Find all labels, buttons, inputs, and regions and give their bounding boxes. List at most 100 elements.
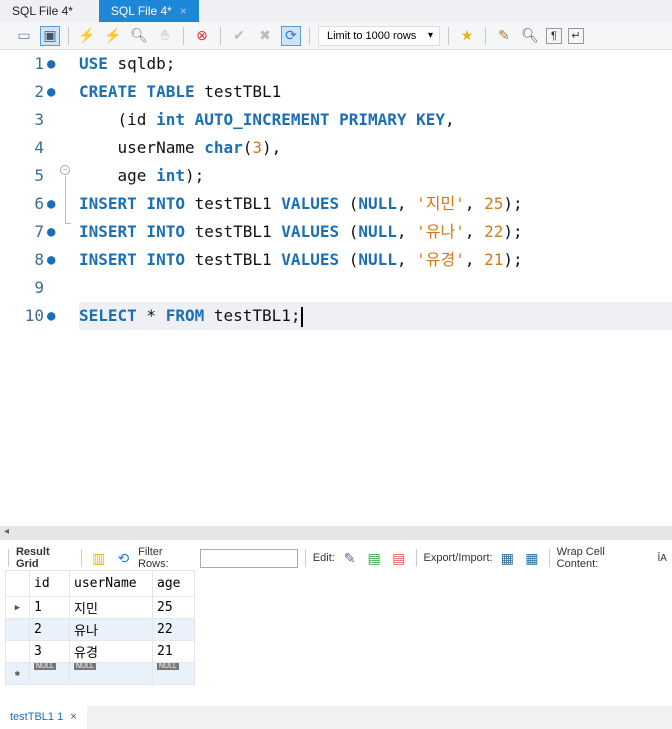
line-number: 9 [34, 278, 44, 297]
code-token: sqldb; [107, 54, 176, 73]
import-icon[interactable]: ▦ [522, 548, 542, 568]
code-token: VALUES [281, 250, 340, 269]
line-number: 7 [34, 222, 44, 241]
cell-username[interactable]: 지민 [69, 596, 153, 619]
code-line[interactable]: 5 age int); [0, 162, 672, 190]
open-folder-icon[interactable]: ▭ [14, 26, 34, 46]
code-token: INSERT INTO [79, 194, 185, 213]
code-text: INSERT INTO testTBL1 VALUES (NULL, '유나',… [79, 218, 523, 246]
code-token: userName [79, 138, 205, 157]
wrap-cell-icon[interactable]: ĪA [652, 548, 672, 568]
cell-id[interactable]: 1 [29, 596, 70, 619]
code-text: userName char(3), [79, 134, 282, 162]
result-tab[interactable]: testTBL1 1 × [0, 706, 87, 729]
cell-username[interactable]: 유경 [69, 640, 153, 663]
scroll-left-icon[interactable]: ◂ [4, 526, 9, 537]
code-line[interactable]: 4 userName char(3), [0, 134, 672, 162]
line-number: 8 [34, 250, 44, 269]
tab-sql-file-1[interactable]: SQL File 4* [0, 0, 85, 22]
invisible-chars-icon[interactable]: ¶ [546, 27, 562, 44]
wrap-lines-icon[interactable]: ↵ [568, 27, 584, 44]
new-row[interactable]: ✱ NULL NULL NULL [5, 662, 195, 685]
code-token: INSERT INTO [79, 222, 185, 241]
code-text: SELECT * FROM testTBL1; [79, 302, 303, 330]
code-line[interactable]: 1 ● USE sqldb; [0, 50, 672, 78]
column-header-username[interactable]: userName [69, 570, 153, 597]
code-token: CREATE TABLE [79, 82, 195, 101]
tab-label: SQL File 4* [110, 4, 172, 18]
code-token: ( [242, 138, 253, 157]
code-line[interactable]: 3 (id int AUTO_INCREMENT PRIMARY KEY, [0, 106, 672, 134]
delete-row-icon[interactable]: ▤ [389, 548, 409, 568]
code-line[interactable]: 7 ● INSERT INTO testTBL1 VALUES (NULL, '유나… [0, 218, 672, 246]
limit-rows-select[interactable]: Limit to 1000 rows [318, 25, 440, 46]
cell-age[interactable]: 21 [152, 640, 195, 663]
table-row[interactable]: 2 유나 22 [5, 618, 195, 641]
commit-icon[interactable]: ✔ [229, 26, 249, 46]
code-line[interactable]: 6 ● INSERT INTO testTBL1 VALUES (NULL, '지민… [0, 190, 672, 218]
cell-id[interactable]: 2 [29, 618, 70, 641]
code-text: (id int AUTO_INCREMENT PRIMARY KEY, [79, 106, 455, 134]
toggle-error-icon[interactable]: ⊗ [192, 26, 212, 46]
result-grid-label[interactable]: Result Grid [16, 546, 74, 570]
cell-age[interactable]: 22 [152, 618, 195, 641]
row-header [5, 640, 30, 663]
cell-id[interactable]: NULL [29, 662, 70, 685]
edit-row-icon[interactable]: ✎ [340, 548, 360, 568]
code-token: NULL [358, 194, 397, 213]
execute-current-icon[interactable]: ⚡ [103, 26, 123, 46]
beautify-icon[interactable]: ✎ [494, 26, 514, 46]
insert-row-icon[interactable]: ▤ [364, 548, 384, 568]
export-icon[interactable]: ▦ [498, 548, 518, 568]
autocommit-icon[interactable]: ⟳ [281, 25, 301, 46]
row-header [5, 618, 30, 641]
code-token: ); [503, 194, 523, 213]
column-header-id[interactable]: id [29, 570, 70, 597]
table-row[interactable]: 3 유경 21 [5, 640, 195, 663]
line-number: 1 [34, 54, 44, 73]
code-token: NULL [358, 222, 397, 241]
refresh-icon[interactable]: ⟲ [114, 548, 134, 568]
code-token: 21 [484, 250, 504, 269]
code-token: 3 [252, 138, 263, 157]
code-token: USE [79, 54, 108, 73]
code-token: VALUES [281, 194, 340, 213]
horizontal-scrollbar[interactable]: ◂ [0, 526, 672, 540]
table-row[interactable]: ▶ 1 지민 25 [5, 596, 195, 619]
tab-sql-file-active[interactable]: SQL File 4* × [98, 0, 199, 22]
find-icon[interactable]: 🔍︎ [520, 26, 540, 46]
cell-age[interactable]: 25 [152, 596, 195, 619]
cell-username[interactable]: 유나 [69, 618, 153, 641]
code-token: VALUES [281, 222, 340, 241]
code-token: ( [339, 194, 359, 213]
rollback-icon[interactable]: ✖ [255, 26, 275, 46]
stop-icon[interactable]: ✋︎ [155, 26, 175, 46]
code-line[interactable]: 9 [0, 274, 672, 302]
add-snippet-icon[interactable]: ★ [457, 26, 477, 46]
divider [548, 549, 550, 567]
grid-view-icon[interactable]: ▥ [89, 548, 109, 568]
code-line[interactable]: 10 ● SELECT * FROM testTBL1; [0, 302, 672, 330]
close-icon[interactable]: × [70, 711, 76, 723]
export-import-label: Export/Import: [423, 552, 493, 564]
save-icon[interactable]: ▣ [40, 25, 60, 46]
cell-username[interactable]: NULL [69, 662, 153, 685]
header-row: id userName age [5, 570, 195, 597]
code-token: ); [184, 166, 205, 185]
close-icon[interactable]: × [180, 0, 187, 22]
execute-icon[interactable]: ⚡ [77, 26, 97, 46]
divider [220, 26, 221, 45]
code-text: INSERT INTO testTBL1 VALUES (NULL, '지민',… [79, 190, 523, 218]
column-header-age[interactable]: age [152, 570, 195, 597]
code-token: NULL [358, 250, 397, 269]
cell-id[interactable]: 3 [29, 640, 70, 663]
line-number: 5 [34, 166, 44, 185]
null-badge: NULL [157, 663, 179, 670]
code-line[interactable]: 8 ● INSERT INTO testTBL1 VALUES (NULL, '유경… [0, 246, 672, 274]
divider [448, 26, 449, 45]
sql-editor[interactable]: − 1 ● USE sqldb; 2 ● CREATE TABLE testTBL1 3 (… [0, 50, 672, 526]
filter-rows-input[interactable] [199, 548, 298, 568]
cell-age[interactable]: NULL [152, 662, 195, 685]
code-line[interactable]: 2 ● CREATE TABLE testTBL1 [0, 78, 672, 106]
explain-icon[interactable]: 🔍︎ [129, 26, 149, 46]
